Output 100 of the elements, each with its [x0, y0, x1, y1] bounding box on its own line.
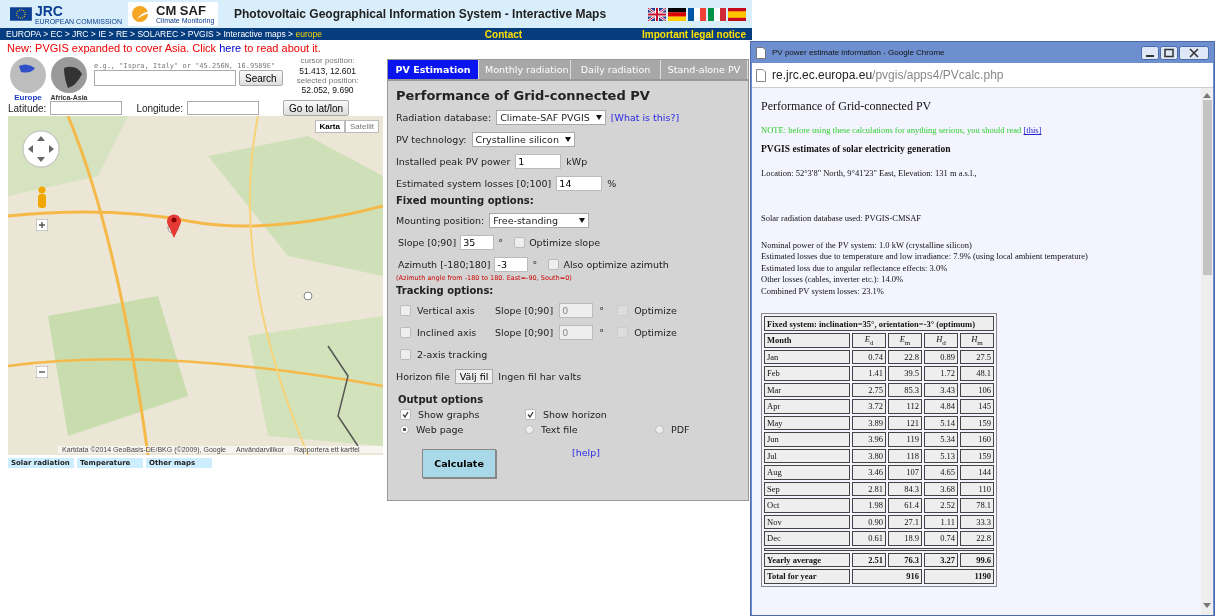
checkbox[interactable]	[400, 348, 411, 360]
number-field[interactable]: 1	[515, 153, 562, 169]
position-label: selected position:	[296, 75, 359, 86]
table-cell: Apr	[764, 399, 850, 414]
file-button[interactable]: Välj fil	[454, 368, 494, 384]
radio-button[interactable]	[525, 425, 534, 434]
table-cell: 1190	[924, 569, 994, 584]
location-text: Location: 52°3'8" North, 9°41'23" East, Elevation: 131 m a.s.l.,	[761, 168, 978, 178]
unit-label: %	[607, 177, 617, 189]
flag-icon[interactable]	[668, 7, 686, 21]
logo-text: JRC	[34, 3, 64, 18]
table-cell: 3.27	[924, 552, 958, 568]
scroll-up-icon[interactable]	[1203, 92, 1211, 98]
number-field[interactable]: 14	[556, 175, 603, 191]
radio-label: PDF	[671, 424, 690, 435]
table-cell: 39.5	[888, 366, 922, 381]
report-subtitle: PVGIS estimates of solar electricity generation	[761, 144, 952, 154]
zoom-out-icon[interactable]	[36, 366, 48, 378]
mounting-dropdown[interactable]: Free-standing	[489, 212, 590, 228]
unit-label: °	[599, 304, 605, 316]
checkbox[interactable]	[514, 236, 526, 248]
checkbox[interactable]	[400, 409, 411, 420]
table-cell: 107	[888, 465, 922, 480]
radio-button[interactable]	[655, 425, 664, 434]
notice-link[interactable]: here	[219, 42, 242, 54]
database-text: Solar radiation database used: PVGIS-CMSAF	[761, 213, 923, 223]
table-cell: 1.11	[924, 514, 958, 530]
table-cell: Total for year	[764, 569, 850, 584]
pan-control-icon[interactable]	[22, 130, 60, 168]
technology-dropdown[interactable]: Crystalline silicon	[471, 131, 575, 147]
map-type-button[interactable]: Karta	[314, 120, 345, 133]
position-value: 51.413, 12.601	[299, 65, 356, 76]
latitude-field[interactable]	[50, 101, 123, 115]
search-field[interactable]	[94, 70, 236, 86]
tab[interactable]: PV Estimation	[388, 60, 479, 79]
radio-button[interactable]	[400, 425, 409, 434]
map-type-button[interactable]: Satellit	[345, 120, 379, 133]
detail-line: Estimated losses due to temperature and low irradiance: 7.9% (using local ambient temperature)	[761, 251, 1089, 263]
search-button[interactable]: Search	[239, 70, 283, 86]
zoom-in-icon[interactable]	[36, 219, 48, 231]
table-cell: 61.4	[888, 498, 922, 513]
table-cell: 2.51	[852, 552, 886, 568]
table-cell: 118	[888, 448, 922, 464]
close-icon[interactable]	[1179, 45, 1209, 60]
field-label: Slope [0;90]	[495, 326, 554, 338]
table-cell: 84.3	[888, 481, 922, 497]
scroll-down-icon[interactable]	[1203, 603, 1211, 609]
database-dropdown[interactable]: Climate-SAF PVGIS	[496, 109, 606, 125]
table-cell: 3.72	[852, 399, 886, 414]
angle-field[interactable]: 35	[460, 234, 495, 250]
globe-icon	[9, 56, 47, 94]
unit-label: kWp	[566, 155, 588, 167]
minimize-icon[interactable]	[1141, 45, 1159, 60]
table-cell: 4.65	[924, 465, 958, 480]
position-value: 52.052, 9.690	[301, 85, 354, 96]
checkbox-label: Inclined axis	[417, 326, 478, 338]
logo-text: CM SAF	[156, 4, 207, 17]
page-icon	[756, 46, 766, 59]
field-label: Mounting position:	[396, 214, 485, 226]
note-link[interactable]: [this]	[1023, 125, 1042, 135]
table-cell: 22.8	[960, 531, 994, 546]
breadcrumb[interactable]: EUROPA > EC > JRC > IE > RE > SOLAREC > PVGIS > Interactive maps > europe	[6, 29, 365, 39]
flag-icon[interactable]	[648, 7, 666, 21]
field-label: Slope [0;90]	[398, 236, 457, 248]
table-cell: 0.89	[924, 349, 958, 365]
table-cell: 3.80	[852, 448, 886, 464]
calculate-button[interactable]: Calculate	[422, 449, 496, 478]
go-button[interactable]: Go to lat/lon	[283, 100, 349, 116]
checkbox[interactable]	[525, 409, 536, 420]
table-cell: Jul	[764, 448, 850, 464]
page-icon	[756, 68, 766, 82]
scrollbar-thumb[interactable]	[1202, 100, 1212, 275]
report-title: Performance of Grid-connected PV	[761, 99, 933, 114]
caret-icon	[564, 136, 571, 142]
table-cell: 1.72	[924, 366, 958, 381]
header-link[interactable]: Important legal notice	[642, 28, 746, 40]
angle-field[interactable]: -3	[494, 256, 529, 272]
checkbox[interactable]	[548, 258, 560, 270]
table-cell: 0.61	[852, 531, 886, 546]
checkbox-label: Optimize	[634, 304, 677, 316]
table-cell: 1.98	[852, 498, 886, 513]
flag-icon[interactable]	[688, 7, 706, 21]
region-option[interactable]: Europe	[8, 56, 48, 102]
table-cell: 5.34	[924, 432, 958, 447]
table-cell: 2.75	[852, 382, 886, 398]
info-link[interactable]: [What is this?]	[610, 111, 680, 123]
detail-line: Estimated loss due to angular reflectance effects: 3.0%	[761, 262, 949, 275]
field-label: Slope [0;90]	[495, 304, 554, 316]
field-label: Azimuth [-180;180]	[398, 258, 491, 270]
header-link[interactable]: Contact	[484, 28, 523, 40]
table-cell: 2.52	[924, 498, 958, 513]
help-link[interactable]: [help]	[572, 447, 600, 458]
table-cell: 110	[960, 481, 994, 497]
unit-label: °	[599, 326, 605, 338]
checkbox-label: Show horizon	[543, 409, 607, 420]
maximize-icon[interactable]	[1160, 45, 1178, 60]
field-label: Estimated system losses [0;100]	[396, 177, 552, 189]
table-cell: 4.84	[924, 399, 958, 414]
longitude-field[interactable]	[187, 101, 260, 115]
table-cell: 22.8	[888, 349, 922, 365]
